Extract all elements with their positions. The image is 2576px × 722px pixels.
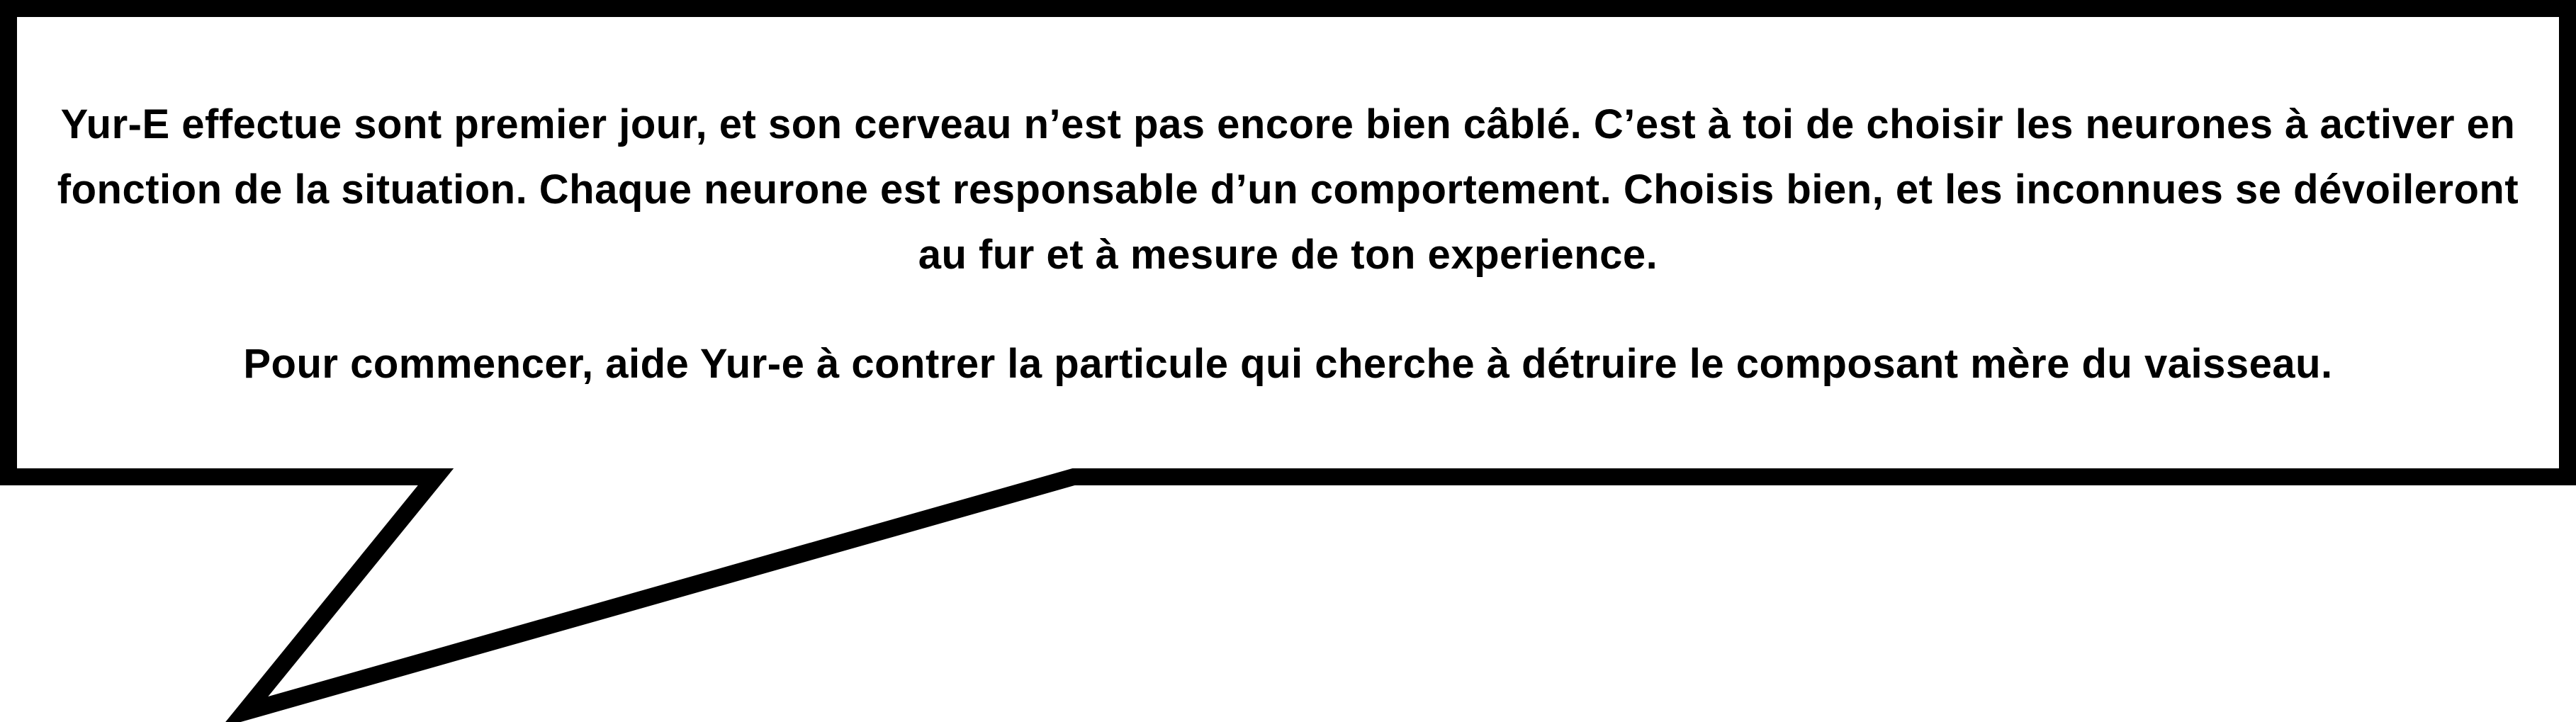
- dialog-paragraph-objective: Pour commencer, aide Yur-e à contrer la …: [243, 341, 2333, 387]
- dialog-text: Yur-E effectue sont premier jour, et son…: [28, 92, 2548, 397]
- dialog-paragraph-intro: Yur-E effectue sont premier jour, et son…: [57, 101, 2519, 278]
